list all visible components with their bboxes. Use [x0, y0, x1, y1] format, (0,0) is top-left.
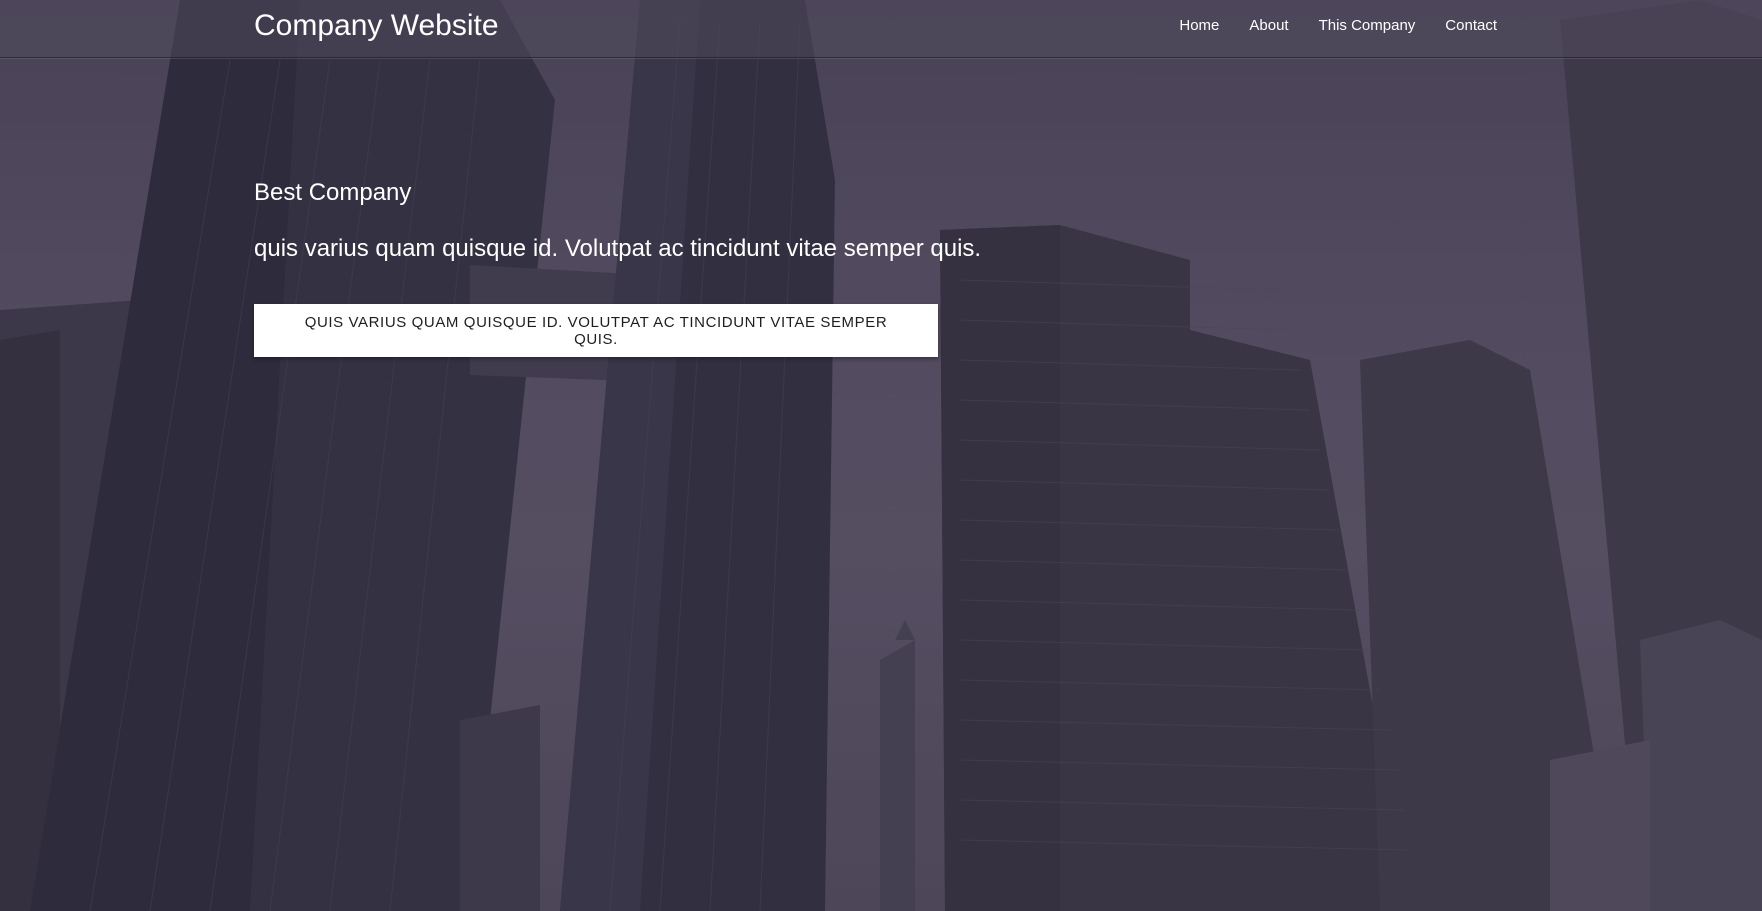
hero-subtitle: Best Company [254, 179, 412, 206]
dark-overlay [0, 0, 1762, 911]
hero-section: Company Website Home About This Company … [0, 0, 1762, 911]
nav-link-home[interactable]: Home [1164, 16, 1234, 36]
nav-link-about[interactable]: About [1234, 16, 1303, 36]
cta-button[interactable]: quis varius quam quisque id. Volutpat ac… [254, 304, 938, 357]
brand-title[interactable]: Company Website [254, 8, 499, 44]
nav-links: Home About This Company Contact [1164, 16, 1497, 36]
nav-link-this-company[interactable]: This Company [1304, 16, 1431, 36]
nav-link-contact[interactable]: Contact [1430, 16, 1497, 36]
navbar: Company Website Home About This Company … [0, 0, 1762, 58]
hero-tagline: quis varius quam quisque id. Volutpat ac… [254, 235, 982, 262]
hero-content: Best Company quis varius quam quisque id… [254, 178, 981, 357]
